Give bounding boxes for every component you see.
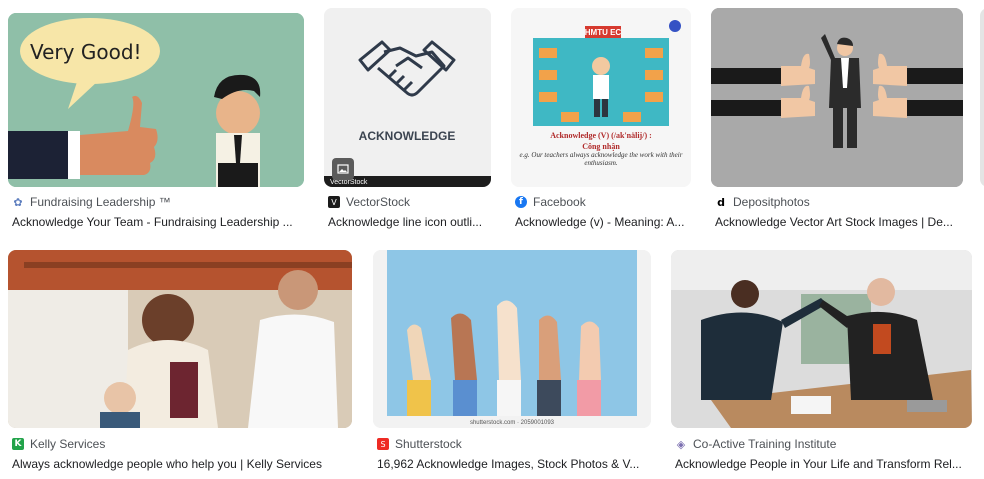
source-name: Shutterstock [395,437,462,451]
office-handshake-photo [8,250,352,428]
meeting-high-five-photo [671,250,972,428]
result-thumbnail[interactable] [8,250,352,428]
result-title[interactable]: Acknowledge line icon outli... [328,215,491,229]
result-source[interactable]: S Shutterstock [377,437,462,451]
source-name: Co-Active Training Institute [693,437,837,451]
picture-icon [337,164,349,174]
result-title[interactable]: Acknowledge Vector Art Stock Images | De… [715,215,963,229]
source-name: Facebook [533,195,586,209]
result-title[interactable]: Acknowledge Your Team - Fundraising Lead… [12,215,304,229]
depositphotos-icon: d [717,195,725,209]
thumbs-up-businessman-illustration [711,8,963,187]
flower-icon: ✿ [13,195,23,209]
vocab-meaning: Công nhận [582,142,620,151]
vocab-heading: Acknowledge (V) (/ak'nälij/) : [550,131,652,140]
speech-bubble-text: Very Good! [30,40,142,64]
very-good-illustration: Very Good! [8,13,304,187]
kelly-k-icon: K [12,438,24,450]
shutterstock-icon: S [377,438,389,450]
vectorstock-icon: V [328,196,340,208]
result-source[interactable]: ◈ Co-Active Training Institute [675,437,837,451]
banner-text: HMTU EC [585,28,622,37]
result-source[interactable]: V VectorStock [328,195,410,209]
shutterstock-watermark: shutterstock.com · 2059001093 [470,420,555,426]
result-title[interactable]: Acknowledge People in Your Life and Tran… [675,457,972,471]
acknowledge-vocabulary-card: HMTU EC Acknowledge (V) (/ak'nälij/) : C… [511,8,691,187]
vectorstock-watermark: VectorStock [330,179,368,186]
result-source[interactable]: f Facebook [515,195,586,209]
result-thumbnail[interactable]: HMTU EC Acknowledge (V) (/ak'nälij/) : C… [511,8,691,187]
result-thumbnail[interactable]: Very Good! [8,13,304,187]
result-title[interactable]: 16,962 Acknowledge Images, Stock Photos … [377,457,651,471]
result-thumbnail[interactable]: shutterstock.com · 2059001093 [373,250,651,428]
coactive-icon: ◈ [676,437,686,451]
source-name: Depositphotos [733,195,810,209]
result-source[interactable]: K Kelly Services [12,437,105,451]
facebook-icon: f [515,196,527,208]
result-title[interactable]: Acknowledge (v) - Meaning: A... [515,215,691,229]
result-title[interactable]: Always acknowledge people who help you |… [12,457,352,471]
result-thumbnail[interactable] [671,250,972,428]
clapping-hands-illustration: shutterstock.com · 2059001093 [373,250,651,428]
source-name: Kelly Services [30,437,106,451]
result-source[interactable]: ✿ Fundraising Leadership ™ [12,195,171,209]
result-thumbnail-partial[interactable] [980,8,984,187]
source-name: Fundraising Leadership ™ [30,195,171,209]
result-thumbnail[interactable] [711,8,963,187]
image-caption-text: ACKNOWLEDGE [359,129,456,143]
source-name: VectorStock [346,195,411,209]
vocab-example: e.g. Our teachers always acknowledge the… [519,151,683,167]
result-source[interactable]: d Depositphotos [715,195,810,209]
image-type-badge [332,158,354,180]
